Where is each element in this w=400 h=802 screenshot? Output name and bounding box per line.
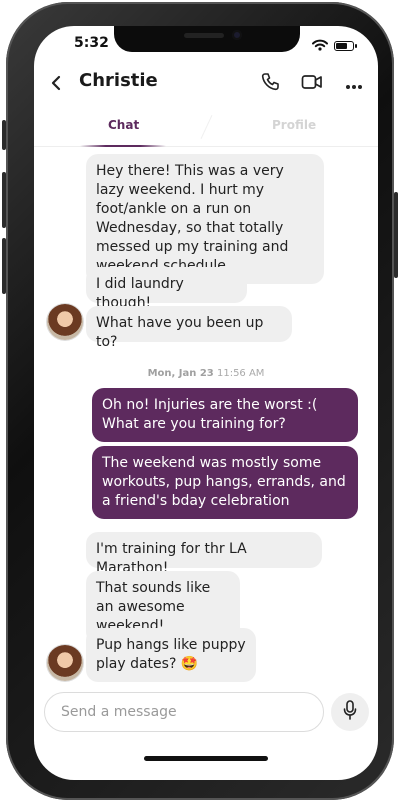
volume-up-button [2,172,6,228]
message-input[interactable] [59,703,323,721]
wifi-icon [312,36,328,55]
home-indicator [144,756,268,761]
message-bubble-incoming: Pup hangs like puppy play dates? 🤩 [86,628,256,682]
more-options-button[interactable] [342,72,366,96]
back-button[interactable] [44,70,68,98]
tab-divider [200,115,213,139]
message-bubble-outgoing: Oh no! Injuries are the worst :( What ar… [92,388,358,442]
message-bubble-outgoing: The weekend was mostly some workouts, pu… [92,446,358,519]
message-composer [44,692,324,732]
power-button [394,192,398,278]
contact-avatar[interactable] [47,304,83,340]
message-timestamp: Mon, Jan 23 11:56 AM [34,368,378,379]
battery-level [336,42,347,49]
voice-message-button[interactable] [331,693,369,731]
message-bubble-incoming: Hey there! This was a very lazy weekend.… [86,154,324,284]
message-bubble-incoming: I did laundry though! [86,267,247,311]
contact-name: Christie [79,70,158,91]
speaker [184,33,224,38]
message-bubble-incoming: I'm training for thr LA Marathon! [86,532,322,576]
notch [114,26,300,52]
video-call-button[interactable] [300,72,324,96]
status-time: 5:32 [74,35,109,51]
timestamp-time: 11:56 AM [216,368,265,379]
video-camera-icon [301,74,323,94]
message-bubble-incoming: What have you been up to? [86,306,292,350]
tab-profile[interactable]: Profile [272,118,316,132]
chevron-left-icon [50,72,62,96]
chat-header: Christie [34,66,378,102]
timestamp-date: Mon, Jan 23 [147,368,214,379]
mute-switch [2,120,6,150]
screen: 5:32 Christie Chat Profile Hey there! Th… [34,26,378,780]
phone-call-button[interactable] [258,72,282,96]
tab-bar: Chat Profile [34,106,378,147]
ellipsis-icon [345,75,363,94]
phone-frame: 5:32 Christie Chat Profile Hey there! Th… [2,2,398,800]
front-camera [232,30,242,40]
contact-avatar[interactable] [47,645,83,681]
message-text: Pup hangs like puppy play dates? [96,637,246,672]
header-actions [258,72,366,96]
battery-icon [334,40,357,51]
status-icons [312,36,357,55]
tab-chat[interactable]: Chat [108,118,139,132]
phone-icon [260,72,280,96]
star-struck-emoji: 🤩 [180,656,199,672]
microphone-icon [343,700,357,724]
volume-down-button [2,238,6,294]
active-tab-indicator [80,145,166,147]
